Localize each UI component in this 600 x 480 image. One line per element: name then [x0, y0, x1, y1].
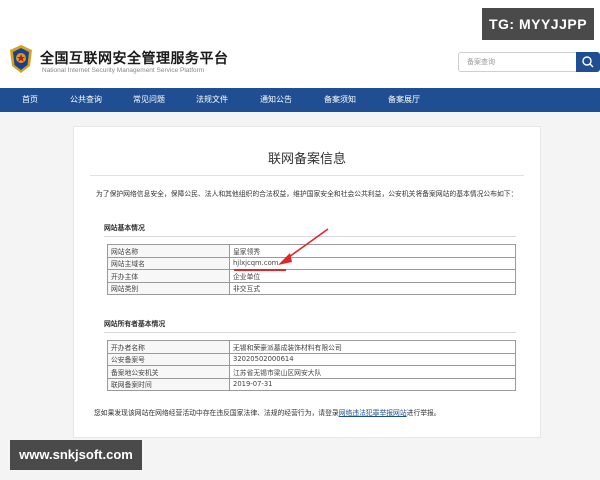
search-input[interactable]: 备案查询 [458, 52, 576, 72]
row-key: 网站名称 [107, 244, 230, 258]
search-icon [582, 56, 594, 68]
row-value: 江苏省无锡市梁山区网安大队 [229, 365, 516, 379]
search-button[interactable] [576, 52, 600, 72]
row-key: 公安备案号 [107, 352, 230, 366]
table-row: 网站类别 非交互式 [107, 281, 516, 295]
domain-value: hjlxjcqm.com [229, 256, 516, 270]
table-row: 网站主域名 hjlxjcqm.com [107, 256, 516, 270]
nav-filing-gallery[interactable]: 备案展厅 [388, 88, 420, 112]
table-row: 网站名称 皇家领秀 [107, 244, 516, 258]
site-info-table: 网站名称 皇家领秀 网站主域名 hjlxjcqm.com 开办主体 企业单位 网… [107, 244, 516, 295]
report-link[interactable]: 网络违法犯罪举报网站 [339, 409, 407, 417]
owner-section-title: 网站所有者基本情况 [104, 320, 166, 328]
section-divider [104, 236, 516, 237]
page-title: 联网备案信息 [267, 152, 346, 167]
section-divider [104, 332, 516, 333]
row-value: 2019-07-31 [229, 377, 516, 391]
watermark: www.snkjsoft.com [10, 440, 142, 470]
row-value: 皇家领秀 [229, 244, 516, 258]
owner-info-table: 开办者名称 无锡和荣豪派墓成装饰材料有限公司 公安备案号 32020502000… [107, 340, 516, 391]
nav-home[interactable]: 首页 [22, 88, 38, 112]
nav-public-query[interactable]: 公共查询 [70, 88, 102, 112]
table-row: 开办者名称 无锡和荣豪派墓成装饰材料有限公司 [107, 340, 516, 354]
row-key: 网站类别 [107, 281, 230, 295]
intro-text: 为了保护网络信息安全，保障公民、法人和其他组织的合法权益，维护国家安全和社会公共… [96, 190, 518, 198]
nav-faq[interactable]: 常见问题 [133, 88, 165, 112]
site-section-title: 网站基本情况 [104, 224, 145, 232]
row-value: 企业单位 [229, 269, 516, 283]
police-emblem-icon [10, 45, 32, 73]
table-row: 公安备案号 32020502000614 [107, 352, 516, 366]
row-value: 32020502000614 [229, 352, 516, 366]
site-title: 全国互联网安全管理服务平台 [40, 51, 229, 67]
report-note: 您如果发现该网站在网络经营活动中存在违反国家法律、法规的经营行为，请登录网络违法… [94, 407, 441, 417]
nav-filing-guide[interactable]: 备案须知 [324, 88, 356, 112]
table-row: 开办主体 企业单位 [107, 269, 516, 283]
row-key: 开办者名称 [107, 340, 230, 354]
site-subtitle: National Internet Security Management Se… [42, 67, 205, 74]
row-key: 开办主体 [107, 269, 230, 283]
nav-regulations[interactable]: 法规文件 [196, 88, 228, 112]
row-key: 备案地公安机关 [107, 365, 230, 379]
nav-notices[interactable]: 通知公告 [260, 88, 292, 112]
table-row: 备案地公安机关 江苏省无锡市梁山区网安大队 [107, 365, 516, 379]
report-note-text: 您如果发现该网站在网络经营活动中存在违反国家法律、法规的经营行为，请登录 [94, 409, 339, 417]
report-note-tail: 进行举报。 [406, 409, 441, 417]
row-value: 无锡和荣豪派墓成装饰材料有限公司 [229, 340, 516, 354]
tg-badge: TG: MYYJJPP [482, 8, 594, 40]
row-key: 网站主域名 [107, 256, 230, 270]
row-value: 非交互式 [229, 281, 516, 295]
table-row: 联网备案时间 2019-07-31 [107, 377, 516, 391]
row-key: 联网备案时间 [107, 377, 230, 391]
main-nav: 首页 公共查询 常见问题 法规文件 通知公告 备案须知 备案展厅 [0, 88, 600, 112]
title-divider [90, 175, 524, 176]
